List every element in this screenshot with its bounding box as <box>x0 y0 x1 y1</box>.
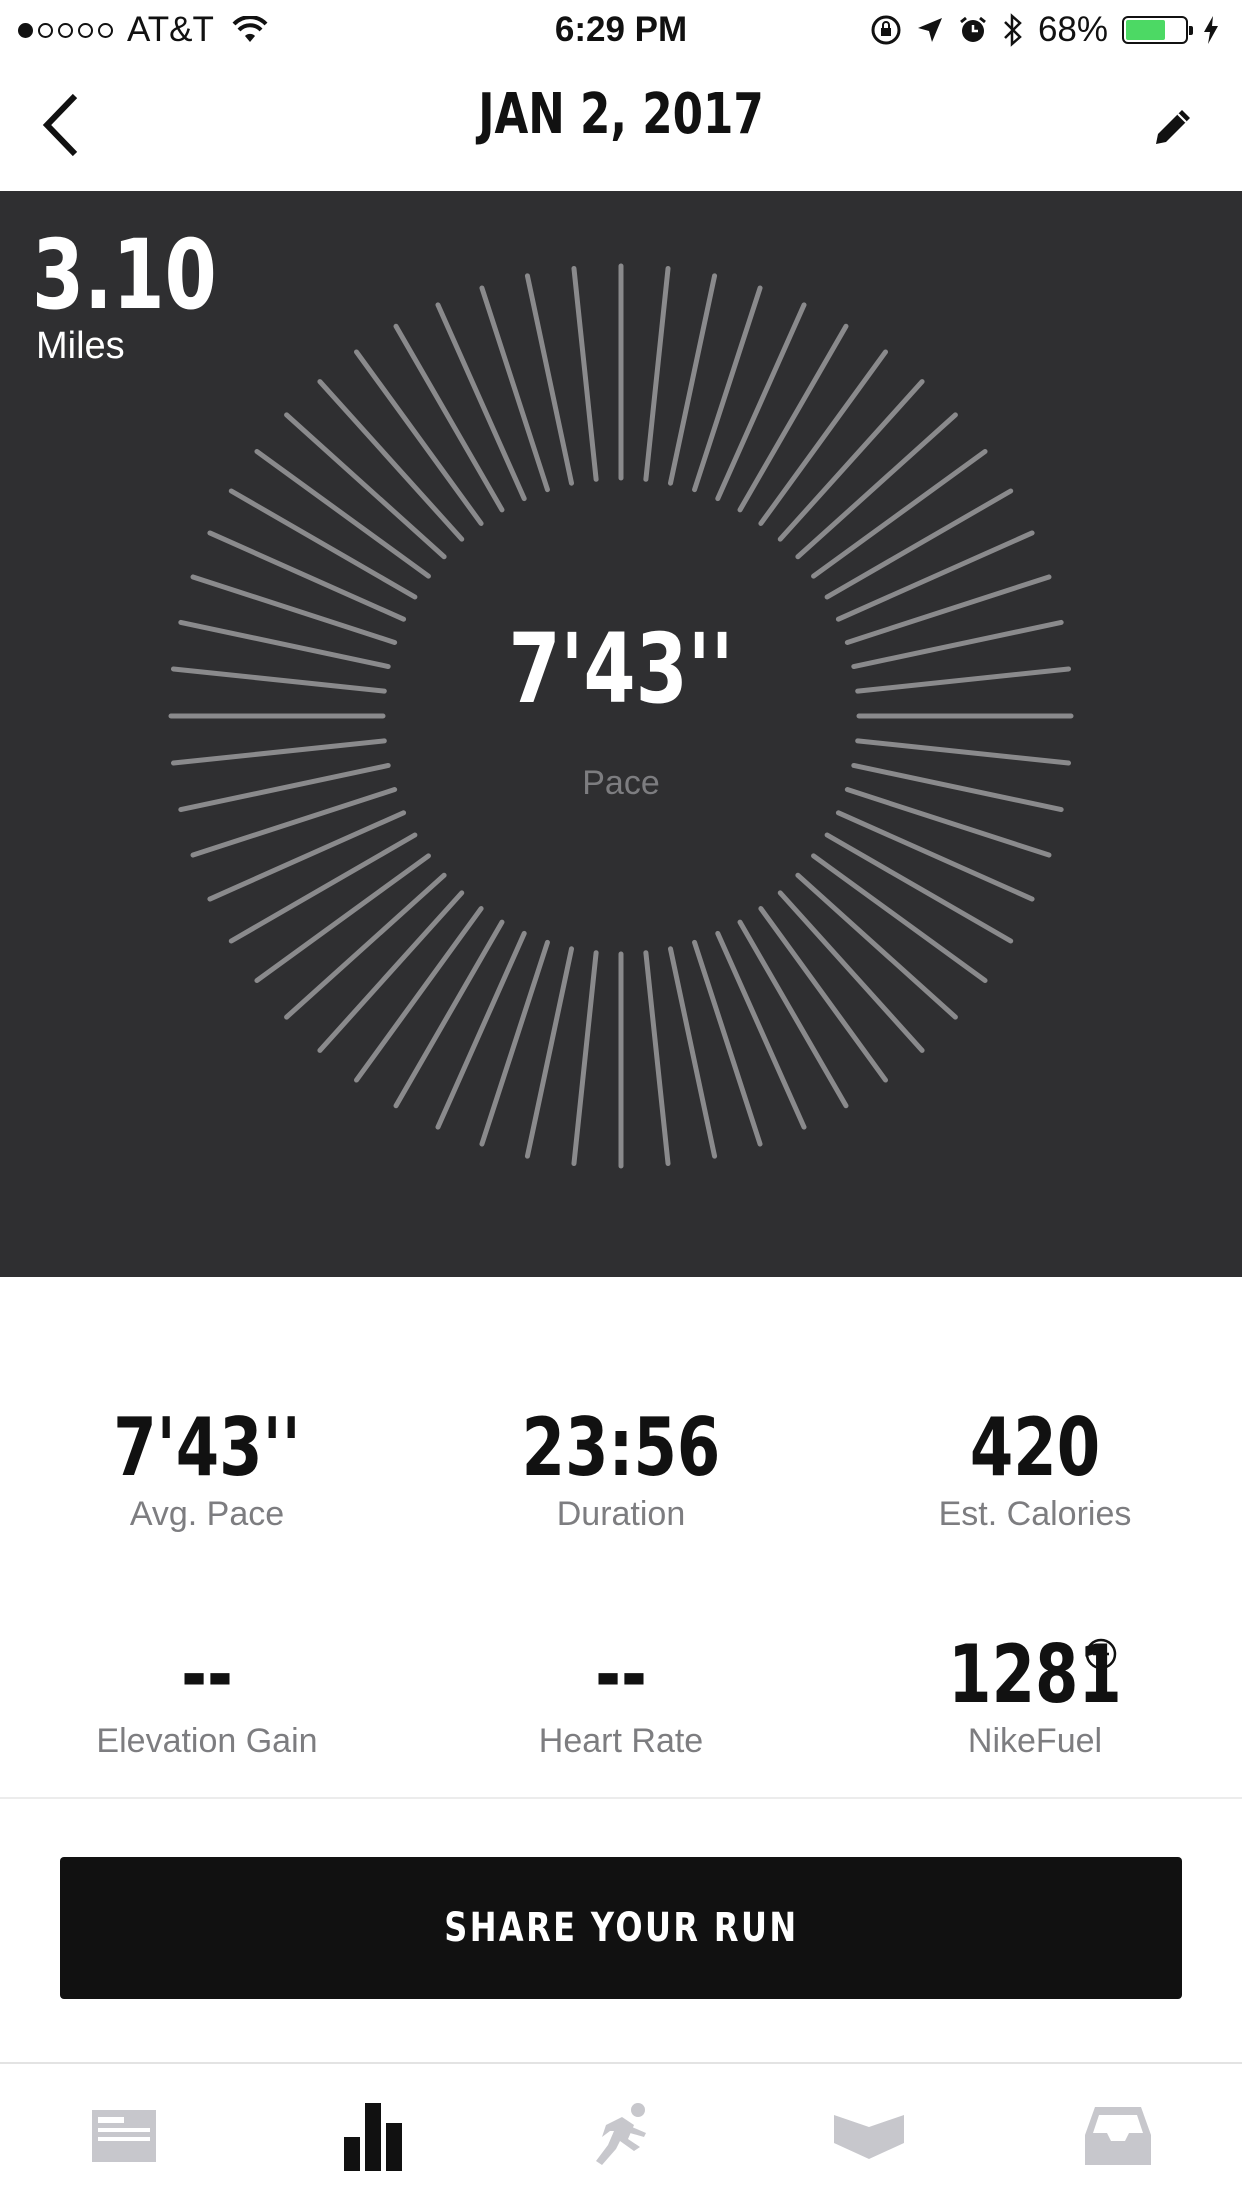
stat-calories: 420 Est. Calories <box>828 1403 1242 1534</box>
stat-label: Duration <box>556 1495 686 1533</box>
coach-icon <box>834 2115 905 2159</box>
stat-value: -- <box>595 1628 647 1721</box>
pace-ring-tick <box>643 950 671 1167</box>
stat-value: 420 <box>969 1401 1101 1494</box>
tab-bar <box>0 2064 1242 2208</box>
pencil-icon <box>1156 110 1190 144</box>
tab-inbox[interactable] <box>994 2064 1242 2208</box>
pace-ring-tick <box>855 738 1072 766</box>
share-run-label: SHARE YOUR RUN <box>443 1905 799 1951</box>
stat-value: 23:56 <box>521 1401 721 1494</box>
inbox-icon <box>1084 2107 1151 2165</box>
bar-chart-icon <box>343 2103 402 2171</box>
stat-heart-rate: -- Heart Rate <box>414 1630 828 1761</box>
pace-value: 7'43'' <box>508 613 734 725</box>
tab-coach[interactable] <box>745 2064 993 2208</box>
tab-feed[interactable] <box>0 2064 248 2208</box>
stat-label: Avg. Pace <box>129 1495 285 1533</box>
battery-icon <box>1122 16 1193 44</box>
stat-elevation-gain: -- Elevation Gain <box>0 1630 414 1761</box>
feed-icon <box>92 2110 157 2162</box>
location-icon <box>917 18 942 42</box>
tab-activity[interactable] <box>248 2064 496 2208</box>
stat-value: 1281 <box>948 1628 1122 1721</box>
charging-icon <box>1204 16 1218 44</box>
chevron-left-icon <box>42 93 78 157</box>
pace-ring <box>168 263 1074 1169</box>
pace-label: Pace <box>582 764 660 802</box>
distance-value: 3.10 <box>32 219 217 331</box>
nikefuel-icon <box>1085 1638 1117 1670</box>
stats-grid: 7'43'' Avg. Pace 23:56 Duration 420 Est.… <box>0 1277 1242 1797</box>
orientation-lock-icon <box>871 15 901 45</box>
page-title: JAN 2, 2017 <box>478 82 764 147</box>
status-bar: AT&T 6:29 PM 68% <box>0 0 1242 60</box>
pace-ring-tick <box>571 265 599 482</box>
pace-ring-tick <box>571 950 599 1167</box>
stat-avg-pace: 7'43'' Avg. Pace <box>0 1403 414 1534</box>
bluetooth-icon <box>1004 13 1022 47</box>
tab-run[interactable] <box>497 2064 745 2208</box>
stat-label: NikeFuel <box>967 1722 1103 1760</box>
back-button[interactable] <box>26 90 96 160</box>
share-run-button[interactable]: SHARE YOUR RUN <box>60 1857 1182 1999</box>
alarm-icon <box>960 16 986 42</box>
stat-label: Est. Calories <box>938 1495 1132 1533</box>
stat-duration: 23:56 Duration <box>414 1403 828 1534</box>
divider <box>0 1797 1242 1799</box>
run-summary-panel: 3.10 Miles 7'43'' Pace <box>0 191 1242 1277</box>
battery-percent: 68% <box>1037 10 1108 49</box>
stat-value: -- <box>181 1628 233 1721</box>
pace-ring-tick <box>170 738 387 766</box>
stat-label: Heart Rate <box>538 1722 704 1760</box>
nav-bar: JAN 2, 2017 <box>0 60 1242 191</box>
status-right: 68% <box>870 10 1220 50</box>
pace-ring-tick <box>643 265 671 482</box>
distance-unit: Miles <box>36 325 125 367</box>
stat-nikefuel: 1281 NikeFuel <box>828 1630 1242 1761</box>
stat-value: 7'43'' <box>113 1401 301 1494</box>
stat-label: Elevation Gain <box>96 1722 318 1760</box>
runner-icon <box>596 2103 647 2165</box>
edit-button[interactable] <box>1146 98 1202 154</box>
